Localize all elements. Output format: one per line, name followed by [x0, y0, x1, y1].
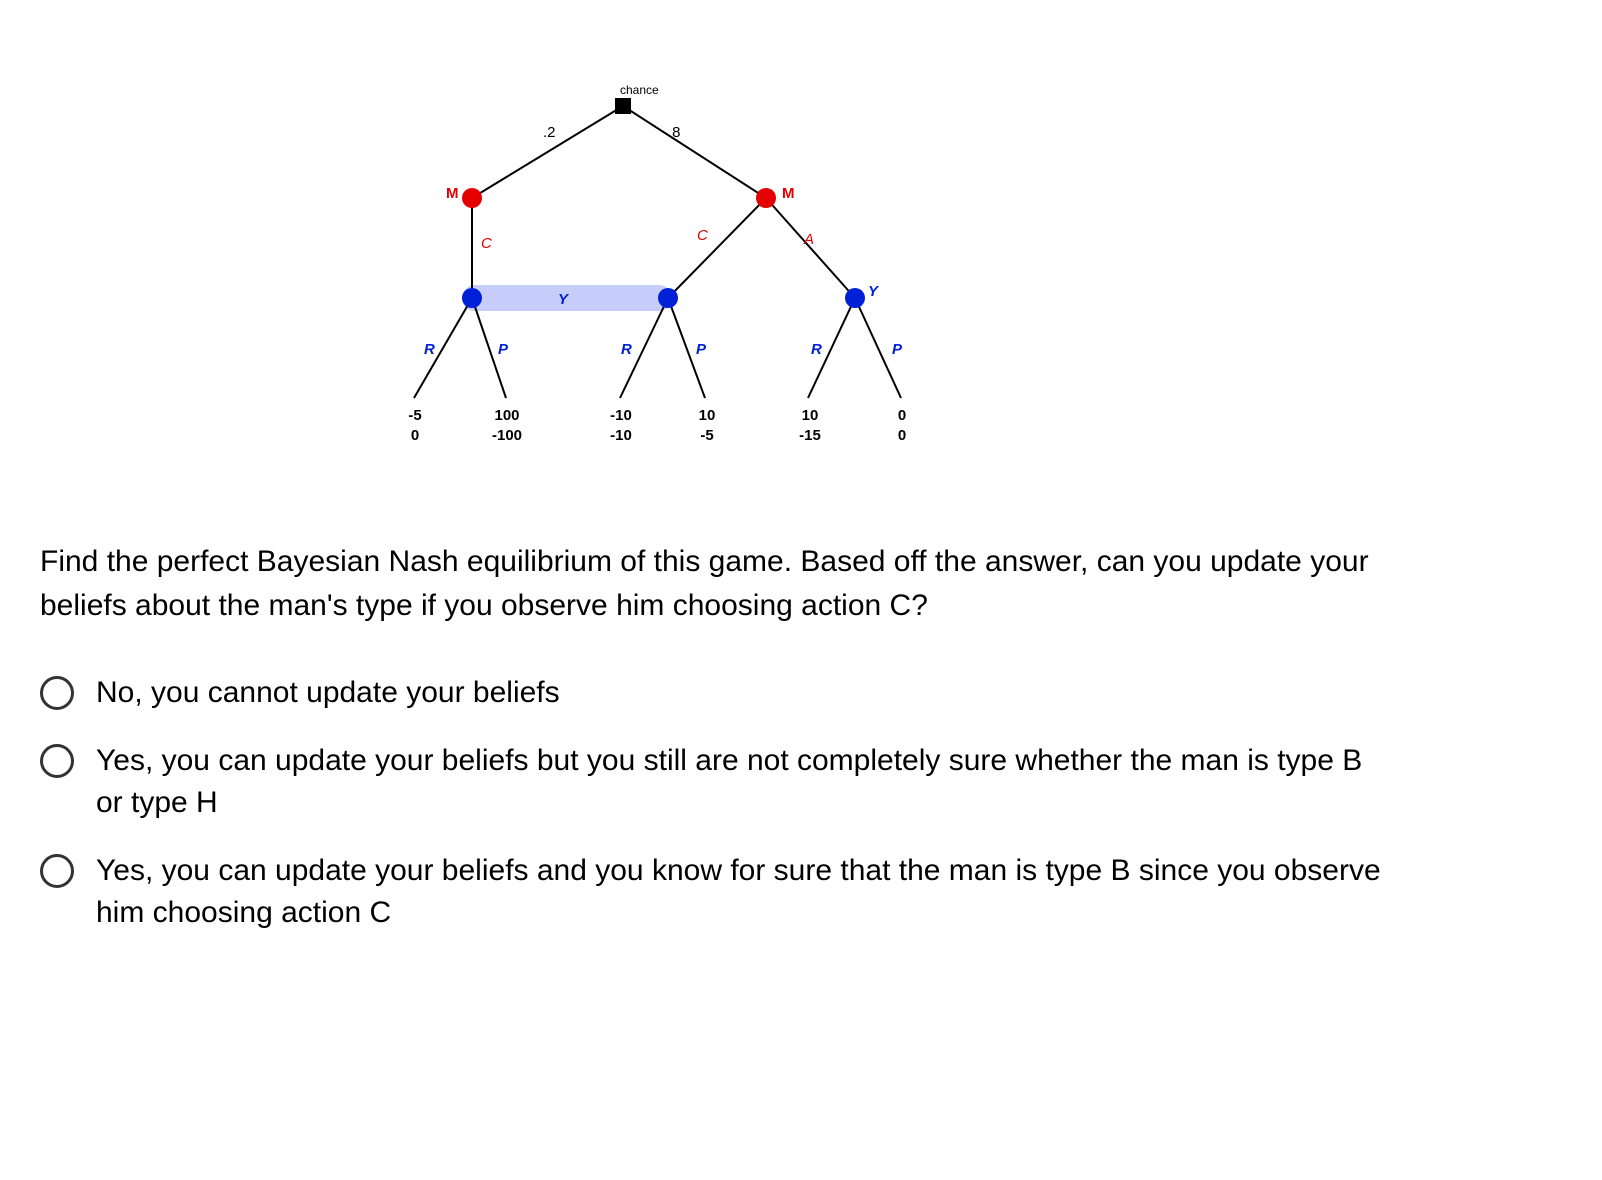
- payoff-3: -10-10: [603, 406, 639, 445]
- p-3: P: [892, 342, 902, 357]
- y-infoset-label: Y: [558, 292, 568, 307]
- radio-icon[interactable]: [40, 854, 74, 888]
- payoff-6: 00: [890, 406, 914, 445]
- r-2: R: [621, 342, 632, 357]
- c-left-label: C: [481, 236, 492, 251]
- prob-left-label: .2: [543, 125, 556, 140]
- option-3[interactable]: Yes, you can update your beliefs and you…: [40, 850, 1390, 934]
- question-text: Find the perfect Bayesian Nash equilibri…: [40, 540, 1390, 627]
- option-2-text: Yes, you can update your beliefs but you…: [96, 740, 1390, 824]
- radio-icon[interactable]: [40, 744, 74, 778]
- y-right-label: Y: [868, 284, 878, 299]
- p-2: P: [696, 342, 706, 357]
- game-tree-diagram: chance .2 .8 M M C C A Y Y R P R P R P -…: [40, 30, 1562, 460]
- m-right-label: M: [782, 186, 795, 201]
- r-3: R: [811, 342, 822, 357]
- r-1: R: [424, 342, 435, 357]
- option-3-text: Yes, you can update your beliefs and you…: [96, 850, 1390, 934]
- radio-icon[interactable]: [40, 676, 74, 710]
- a-label: A: [804, 232, 814, 247]
- payoff-4: 10-5: [692, 406, 722, 445]
- payoff-2: 100-100: [487, 406, 527, 445]
- tree-svg: [40, 30, 1040, 460]
- payoff-5: 10-15: [792, 406, 828, 445]
- m-left-label: M: [446, 186, 459, 201]
- p-1: P: [498, 342, 508, 357]
- option-1-text: No, you cannot update your beliefs: [96, 672, 560, 714]
- chance-label: chance: [620, 84, 659, 96]
- option-1[interactable]: No, you cannot update your beliefs: [40, 672, 1390, 714]
- c-right-label: C: [697, 228, 708, 243]
- answer-options: No, you cannot update your beliefs Yes, …: [40, 672, 1390, 934]
- payoff-1: -50: [400, 406, 430, 445]
- option-2[interactable]: Yes, you can update your beliefs but you…: [40, 740, 1390, 824]
- prob-right-label: .8: [668, 125, 681, 140]
